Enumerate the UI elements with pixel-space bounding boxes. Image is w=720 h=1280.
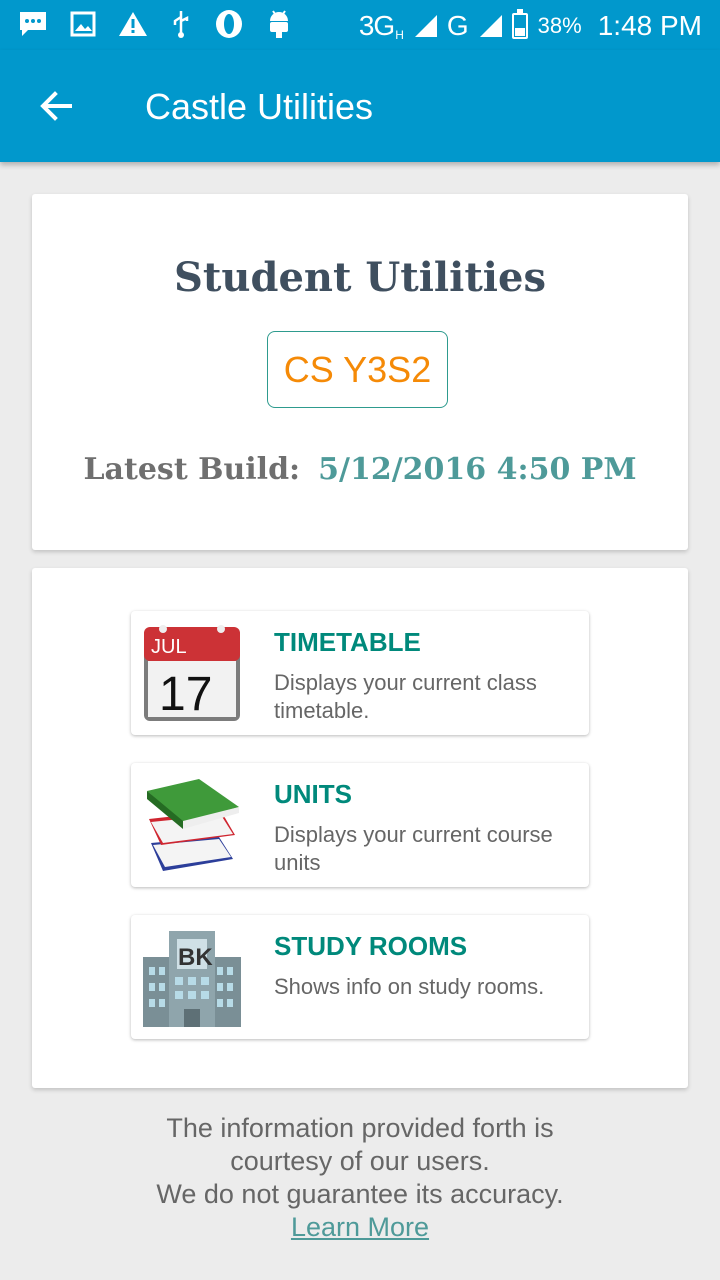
build-value: 5/12/2016 4:50 PM <box>318 452 637 487</box>
menu-item-title: STUDY ROOMS <box>274 931 468 961</box>
latest-build: Latest Build: 5/12/2016 4:50 PM <box>32 452 688 487</box>
app-bar: Castle Utilities <box>0 50 720 162</box>
info-card: Student Utilities CS Y3S2 Latest Build: 5… <box>32 194 688 550</box>
network-3g: 3G H <box>358 10 404 42</box>
disclaimer-line: We do not guarantee its accuracy. <box>156 1179 564 1209</box>
menu-item-description: Displays your current class timetable. <box>274 670 537 723</box>
status-bar: 3G H G 38% 1:48 PM <box>0 0 720 50</box>
menu-card: JUL 17 TIMETABLE Displays your current c… <box>32 568 688 1088</box>
calendar-icon: JUL 17 <box>141 621 243 725</box>
menu-item-timetable[interactable]: JUL 17 TIMETABLE Displays your current c… <box>131 611 589 735</box>
disclaimer: The information provided forth is courte… <box>0 1112 720 1244</box>
page-title: Student Utilities <box>174 254 546 301</box>
menu-item-title: UNITS <box>274 779 352 809</box>
calendar-day: 17 <box>159 668 212 721</box>
image-icon <box>70 11 96 42</box>
message-icon <box>18 10 48 43</box>
menu-item-units[interactable]: UNITS Displays your current course units <box>131 763 589 887</box>
battery-icon <box>511 9 528 39</box>
notification-icons <box>18 8 292 44</box>
menu-item-description: Displays your current course units <box>274 822 553 875</box>
usb-icon <box>170 9 192 44</box>
android-icon <box>266 9 292 44</box>
opera-icon <box>214 9 244 44</box>
course-badge: CS Y3S2 <box>267 331 448 408</box>
course-badge-label: CS Y3S2 <box>283 348 432 390</box>
app-title: Castle Utilities <box>145 86 374 127</box>
system-status: 3G H G 38% 1:48 PM <box>359 8 702 44</box>
warning-icon <box>118 10 148 43</box>
calendar-month: JUL <box>151 636 187 658</box>
signal-icon <box>414 15 437 37</box>
menu-item-description: Shows info on study rooms. <box>274 974 545 999</box>
menu-item-title: TIMETABLE <box>274 627 421 657</box>
menu-item-study-rooms[interactable]: BK STUDY ROOMS Shows info on study rooms… <box>131 915 589 1039</box>
books-icon <box>141 773 243 877</box>
battery-percent: 38% <box>537 13 582 38</box>
back-arrow-icon[interactable] <box>36 86 76 126</box>
build-label: Latest Build: <box>83 452 301 487</box>
clock: 1:48 PM <box>597 10 702 41</box>
building-label: BK <box>178 944 213 971</box>
learn-more-link[interactable]: Learn More <box>291 1212 429 1242</box>
disclaimer-line: courtesy of our users. <box>230 1146 490 1176</box>
signal-icon <box>479 15 502 37</box>
building-icon: BK <box>141 925 243 1029</box>
disclaimer-line: The information provided forth is <box>166 1113 554 1143</box>
network-g: G <box>446 10 469 41</box>
